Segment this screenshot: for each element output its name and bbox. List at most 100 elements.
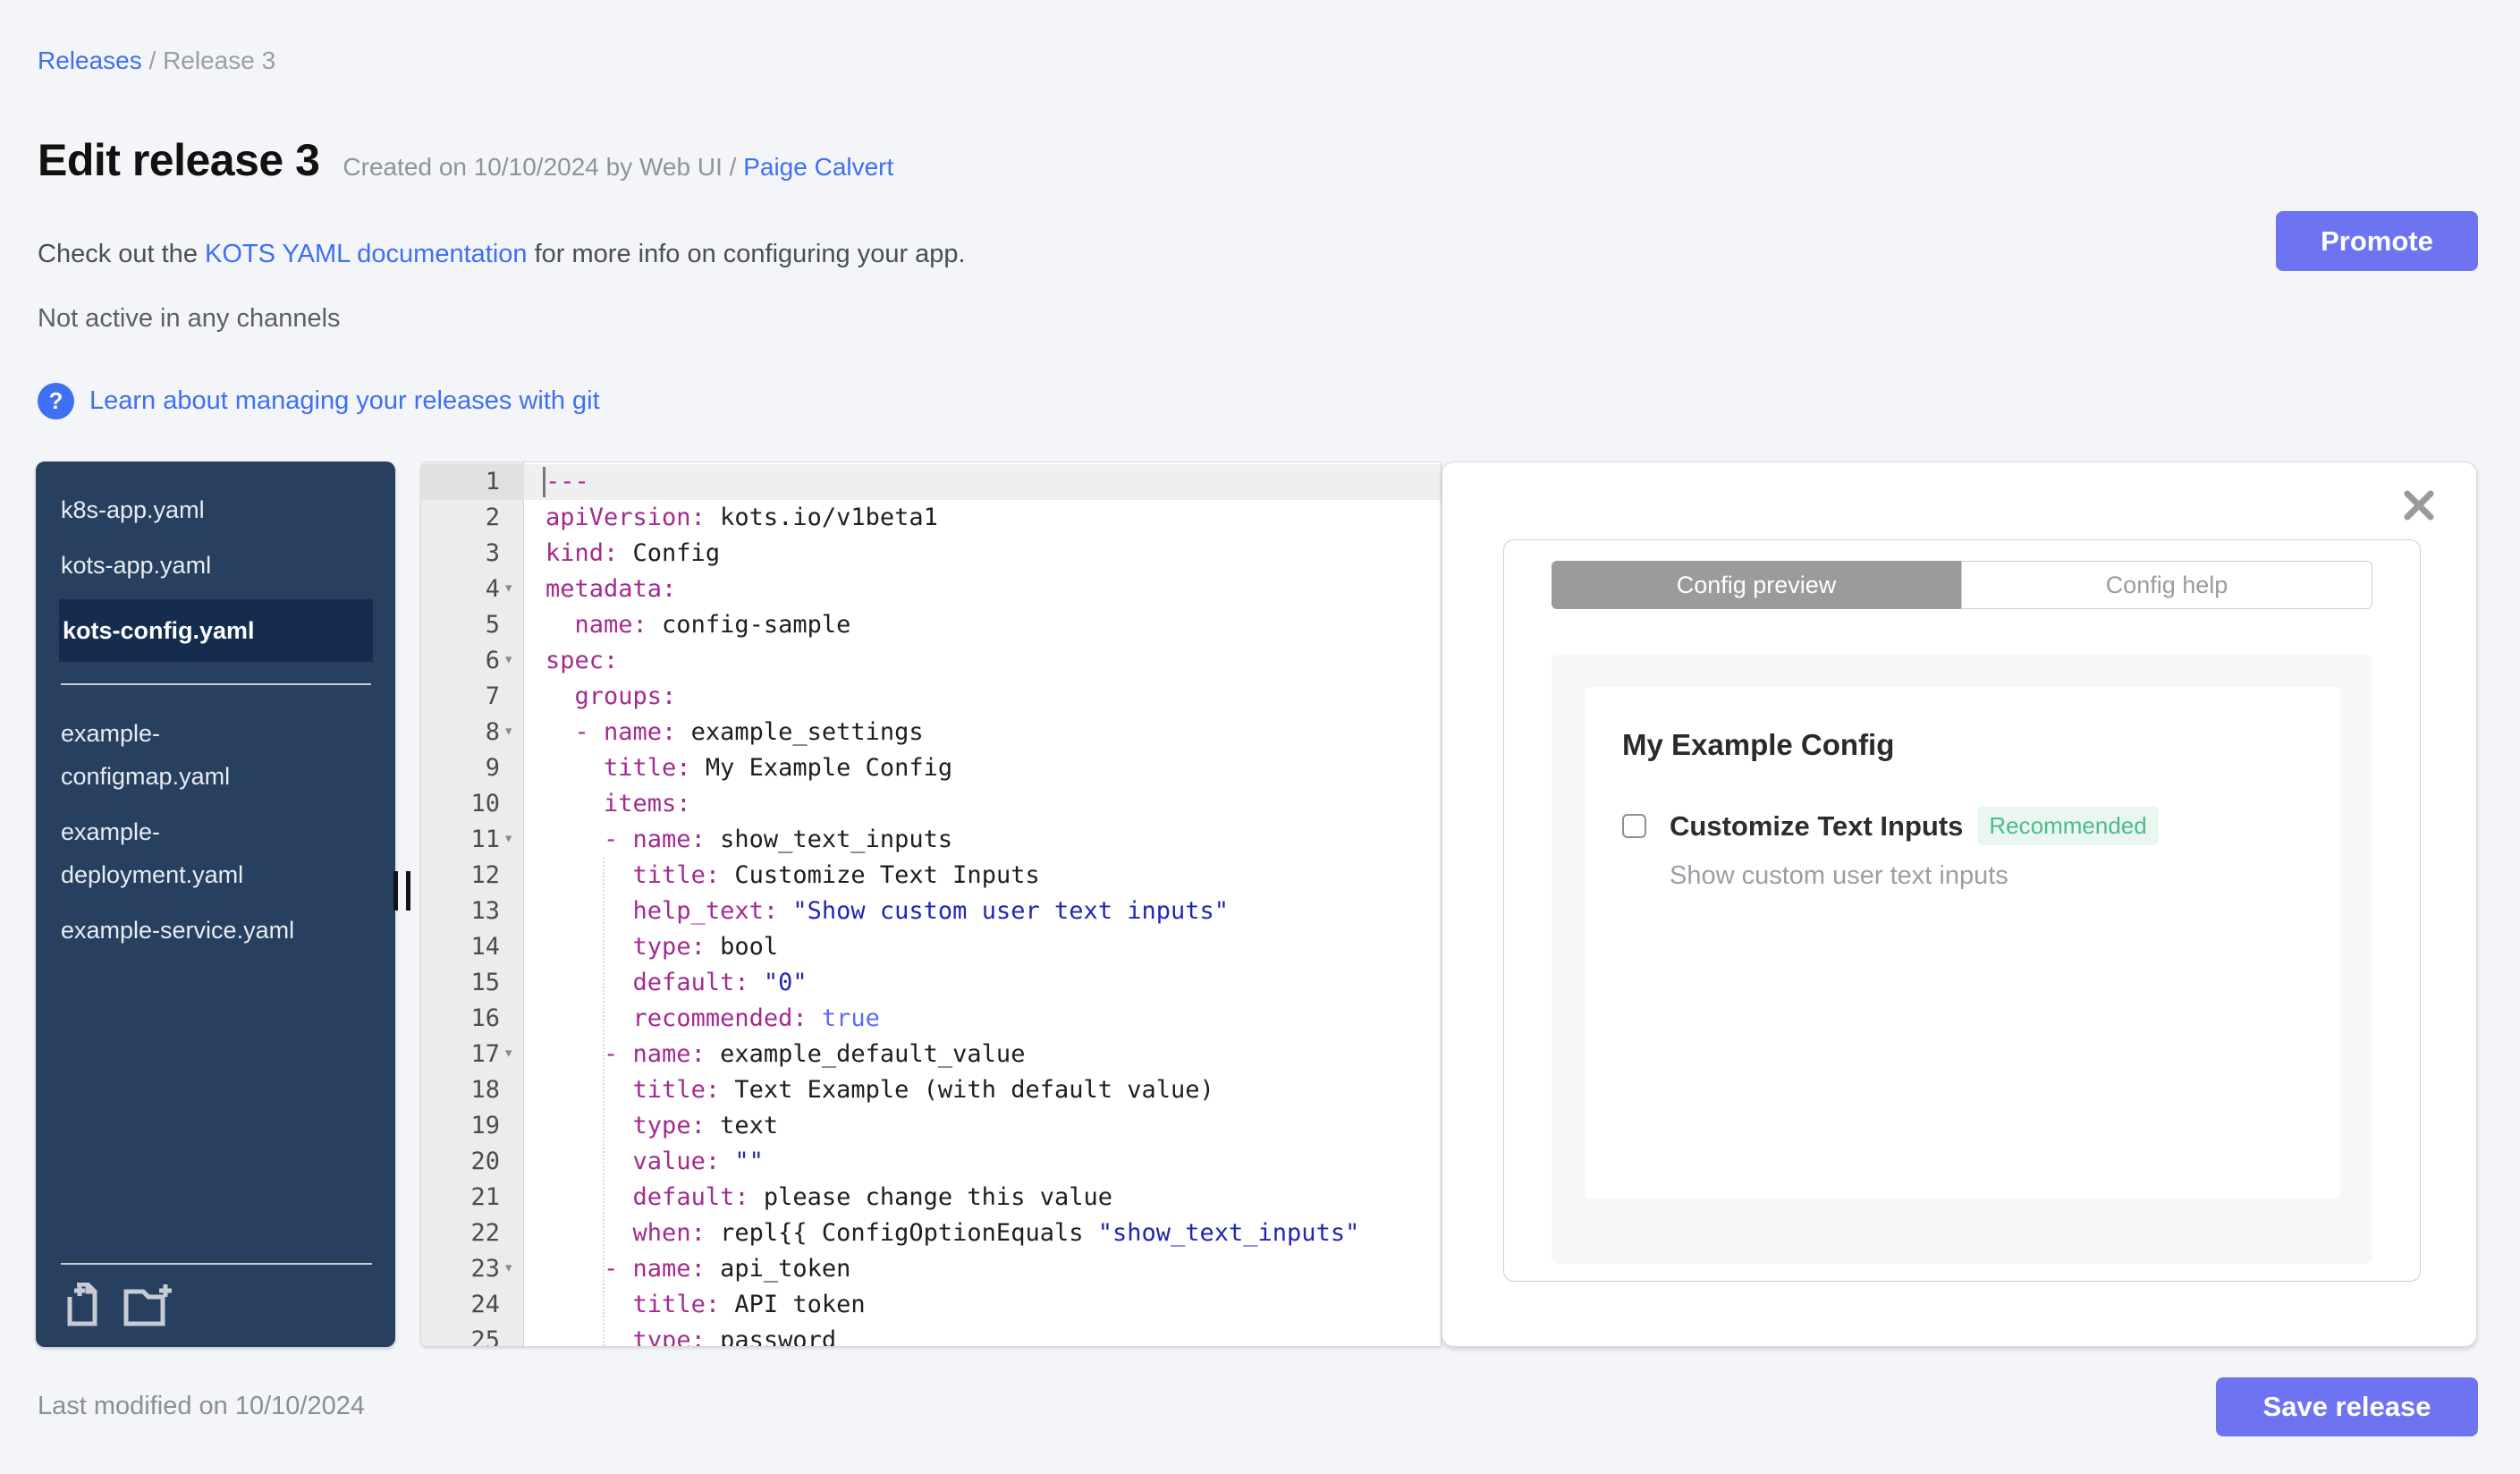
- last-modified-text: Last modified on 10/10/2024: [38, 1392, 365, 1420]
- file-item[interactable]: example-service.yaml: [61, 909, 318, 952]
- code-text: type: text: [632, 1112, 779, 1139]
- created-prefix: Created on 10/10/2024 by Web UI /: [342, 153, 737, 181]
- file-panel-footer: [64, 1283, 175, 1327]
- code-line[interactable]: 24 title: API token: [421, 1287, 1441, 1323]
- yaml-editor[interactable]: 1 --- 2 apiVersion: kots.io/v1beta1 3 kind: C…: [420, 462, 1442, 1347]
- fold-arrow-icon[interactable]: ▾: [503, 641, 523, 677]
- line-number: 17: [470, 1040, 500, 1068]
- line-number: 13: [470, 897, 500, 925]
- resize-bar: [406, 871, 410, 911]
- code-text: title: API token: [632, 1291, 866, 1318]
- file-item[interactable]: k8s-app.yaml: [61, 488, 371, 531]
- line-number: 5: [485, 611, 500, 639]
- code-text: title: My Example Config: [604, 754, 953, 782]
- line-number: 21: [470, 1183, 500, 1211]
- customize-text-inputs-checkbox[interactable]: [1622, 814, 1646, 838]
- workspace: k8s-app.yaml kots-app.yaml kots-config.yam…: [36, 462, 2477, 1347]
- code-line[interactable]: 17 ▾ - name: example_default_value: [421, 1037, 1441, 1072]
- code-line[interactable]: 2 apiVersion: kots.io/v1beta1: [421, 500, 1441, 536]
- fold-arrow-icon[interactable]: ▾: [503, 820, 523, 856]
- fold-arrow-icon[interactable]: ▾: [503, 713, 523, 749]
- close-icon[interactable]: [2401, 487, 2437, 523]
- code-line[interactable]: 6 ▾ spec:: [421, 643, 1441, 679]
- code-line[interactable]: 11 ▾ - name: show_text_inputs: [421, 822, 1441, 858]
- author-link[interactable]: Paige Calvert: [743, 153, 893, 181]
- config-tabs: Config preview Config help: [1552, 561, 2372, 609]
- code-line[interactable]: 8 ▾ - name: example_settings: [421, 715, 1441, 750]
- code-text: groups:: [574, 682, 677, 710]
- config-item-help: Show custom user text inputs: [1670, 861, 2008, 890]
- code-text: spec:: [545, 647, 619, 674]
- code-line[interactable]: 18 title: Text Example (with default val…: [421, 1072, 1441, 1108]
- code-line[interactable]: 23 ▾ - name: api_token: [421, 1251, 1441, 1287]
- line-number: 3: [485, 539, 500, 567]
- file-list-divider: [61, 683, 371, 685]
- code-line[interactable]: 7 groups:: [421, 679, 1441, 715]
- file-item[interactable]: kots-app.yaml: [61, 544, 371, 587]
- code-text: kind: Config: [545, 539, 721, 567]
- save-release-button[interactable]: Save release: [2216, 1377, 2478, 1436]
- tab-config-help[interactable]: Config help: [1961, 561, 2372, 609]
- file-item[interactable]: kots-config.yaml: [59, 599, 373, 662]
- line-number: 16: [470, 1004, 500, 1032]
- fold-arrow-icon[interactable]: ▾: [503, 1035, 523, 1071]
- code-line[interactable]: 22 when: repl{{ ConfigOptionEquals "show…: [421, 1216, 1441, 1251]
- code-text: type: bool: [632, 933, 779, 961]
- git-help-row: ? Learn about managing your releases wit…: [38, 383, 600, 419]
- promote-button[interactable]: Promote: [2276, 211, 2478, 271]
- code-text: - name: example_default_value: [604, 1040, 1026, 1068]
- code-text: ---: [545, 468, 589, 496]
- code-line[interactable]: 5 name: config-sample: [421, 607, 1441, 643]
- code-line[interactable]: 25 type: password: [421, 1323, 1441, 1347]
- file-item[interactable]: example-deployment.yaml: [61, 810, 318, 896]
- breadcrumb-releases-link[interactable]: Releases: [38, 47, 142, 74]
- line-number: 1: [421, 464, 524, 500]
- code-line[interactable]: 16 recommended: true: [421, 1001, 1441, 1037]
- code-line[interactable]: 19 type: text: [421, 1108, 1441, 1144]
- fold-arrow-icon[interactable]: ▾: [503, 570, 523, 606]
- sidebar-resize-handle[interactable]: [393, 871, 410, 911]
- code-line[interactable]: 14 type: bool: [421, 929, 1441, 965]
- git-help-link[interactable]: Learn about managing your releases with …: [89, 386, 600, 416]
- line-number: 10: [470, 790, 500, 817]
- channel-status: Not active in any channels: [38, 304, 341, 333]
- config-group-title: My Example Config: [1622, 728, 1895, 761]
- config-card: Config preview Config help My Example Co…: [1503, 539, 2421, 1282]
- recommended-badge: Recommended: [1977, 807, 2159, 845]
- new-file-icon[interactable]: [64, 1283, 106, 1327]
- line-number: 24: [470, 1291, 500, 1318]
- code-line[interactable]: 12 title: Customize Text Inputs: [421, 858, 1441, 894]
- line-number: 19: [470, 1112, 500, 1139]
- intro-pre: Check out the: [38, 240, 205, 268]
- question-icon: ?: [38, 383, 74, 419]
- tab-config-preview[interactable]: Config preview: [1552, 561, 1961, 609]
- code-line[interactable]: 9 title: My Example Config: [421, 750, 1441, 786]
- line-number: 6: [485, 647, 500, 674]
- file-item[interactable]: example-configmap.yaml: [61, 712, 318, 798]
- line-number: 23: [470, 1255, 500, 1283]
- code-line[interactable]: 4 ▾ metadata:: [421, 572, 1441, 607]
- code-line[interactable]: 10 items:: [421, 786, 1441, 822]
- code-line[interactable]: 3 kind: Config: [421, 536, 1441, 572]
- code-line[interactable]: 21 default: please change this value: [421, 1180, 1441, 1216]
- code-text: recommended: true: [632, 1004, 880, 1032]
- file-tree-panel: k8s-app.yaml kots-app.yaml kots-config.yam…: [36, 462, 395, 1347]
- code-line[interactable]: 1 ---: [421, 464, 1441, 500]
- config-panel: Config preview Config help My Example Co…: [1442, 462, 2477, 1347]
- code-text: default: "0": [632, 969, 808, 996]
- code-text: type: password: [632, 1326, 837, 1347]
- line-number: 14: [470, 933, 500, 961]
- code-text: - name: api_token: [604, 1255, 851, 1283]
- fold-arrow-icon[interactable]: ▾: [503, 1250, 523, 1285]
- config-item-label: Customize Text Inputs: [1670, 809, 1964, 842]
- text-cursor: [543, 467, 545, 497]
- breadcrumb-separator: /: [148, 47, 156, 74]
- line-number: 12: [470, 861, 500, 889]
- config-preview-card: My Example Config Customize Text Inputs …: [1585, 687, 2340, 1199]
- new-folder-icon[interactable]: [123, 1283, 175, 1327]
- code-line[interactable]: 20 value: "": [421, 1144, 1441, 1180]
- code-line[interactable]: 13 help_text: "Show custom user text inp…: [421, 894, 1441, 929]
- code-line[interactable]: 15 default: "0": [421, 965, 1441, 1001]
- title-row: Edit release 3 Created on 10/10/2024 by …: [38, 134, 893, 186]
- kots-docs-link[interactable]: KOTS YAML documentation: [205, 240, 528, 268]
